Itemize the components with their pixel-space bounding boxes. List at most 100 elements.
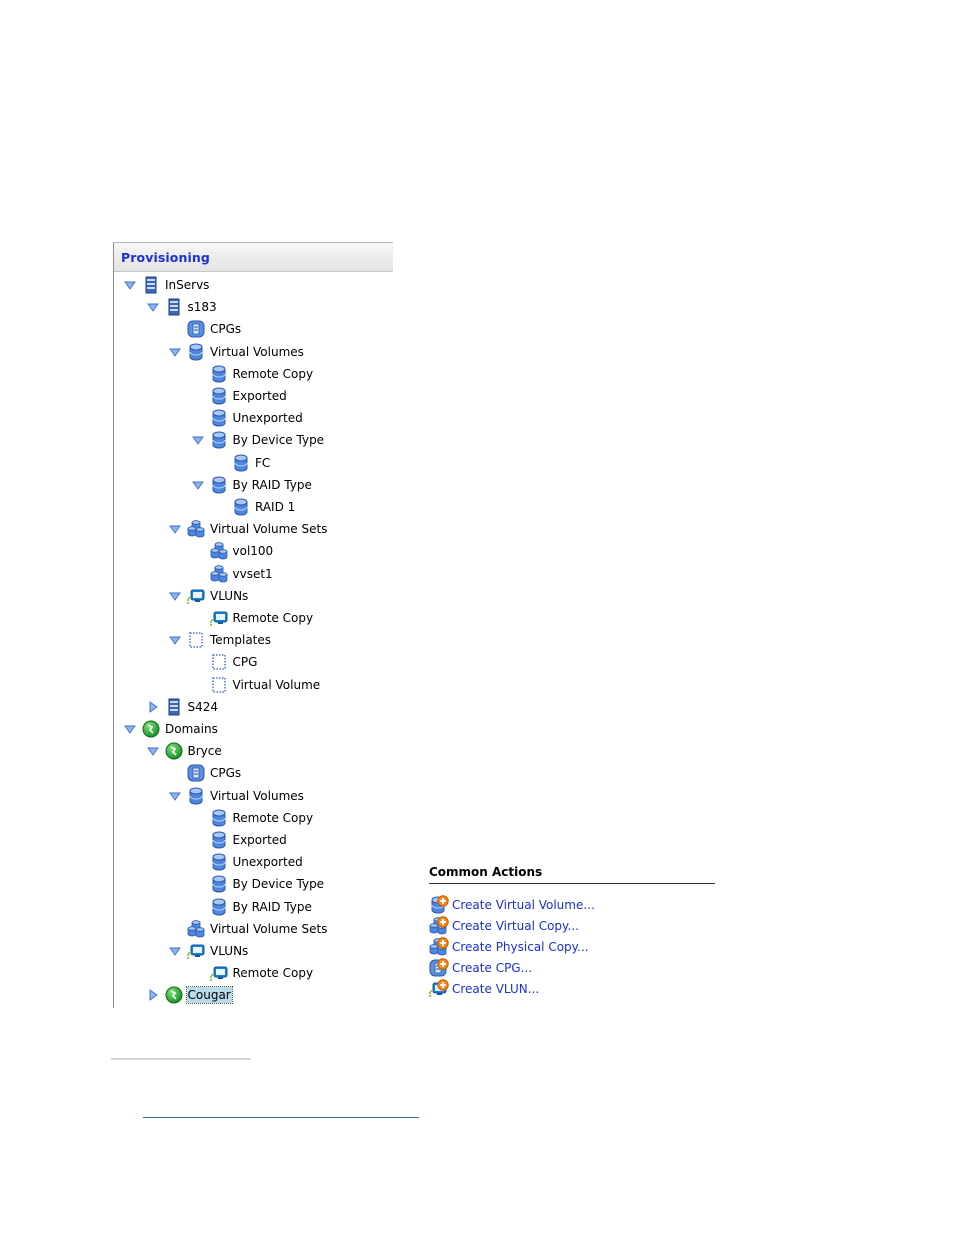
hyperlink-underline[interactable] — [143, 1117, 419, 1118]
tree-node-label[interactable]: Remote Copy — [232, 965, 315, 981]
tree-node-label[interactable]: Remote Copy — [232, 810, 315, 826]
common-action-link[interactable]: Create Virtual Volume... — [429, 894, 715, 915]
tree-node-label[interactable]: Unexported — [232, 854, 304, 870]
tree-node[interactable]: By Device Type — [192, 874, 326, 894]
tree-node[interactable]: Cougar — [147, 985, 233, 1005]
tree-node[interactable]: s183 — [146, 297, 218, 317]
tree-node-label[interactable]: InServs — [164, 277, 210, 293]
tree-node[interactable]: Exported — [192, 830, 288, 850]
tree-node-label[interactable]: Unexported — [232, 410, 304, 426]
expanded-arrow-icon[interactable] — [191, 434, 204, 446]
vlun-icon — [187, 942, 205, 960]
tree-node[interactable]: Remote Copy — [192, 808, 315, 828]
tree-node-label[interactable]: s183 — [187, 299, 218, 315]
tree-node[interactable]: Unexported — [192, 852, 304, 872]
expanded-arrow-icon[interactable] — [169, 790, 181, 802]
expanded-arrow-icon[interactable] — [191, 479, 204, 491]
tree-node[interactable]: Virtual Volume Sets — [169, 919, 328, 939]
common-action-link[interactable]: Create VLUN... — [429, 978, 715, 999]
tree-node-label[interactable]: Virtual Volume — [232, 677, 322, 693]
tree-node-label[interactable]: Domains — [164, 721, 219, 737]
tree-node[interactable]: Exported — [192, 386, 288, 406]
common-action-link[interactable]: Create CPG... — [429, 957, 715, 978]
tree-node-label[interactable]: VLUNs — [209, 588, 249, 604]
tree-node[interactable]: Domains — [124, 719, 219, 739]
tree-node-label[interactable]: vvset1 — [232, 566, 274, 582]
tree-node[interactable]: FC — [214, 453, 271, 473]
tree-node-label[interactable]: S424 — [187, 699, 220, 715]
expanded-arrow-icon[interactable] — [169, 634, 181, 646]
tree-node-label[interactable]: Bryce — [187, 743, 223, 759]
collapsed-arrow-icon[interactable] — [147, 989, 159, 1002]
tree-node-label[interactable]: By RAID Type — [232, 899, 313, 915]
expanded-arrow-icon[interactable] — [124, 723, 136, 735]
common-action-label[interactable]: Create Physical Copy... — [451, 939, 590, 955]
tree-node[interactable]: InServs — [124, 275, 210, 295]
tree-node-label[interactable]: vol100 — [232, 543, 275, 559]
tree-node[interactable]: S424 — [147, 697, 220, 717]
expanded-arrow-icon[interactable] — [146, 301, 159, 313]
create-virtual-volume-icon — [429, 894, 449, 914]
tree-node[interactable]: Remote Copy — [192, 963, 315, 983]
tree-node-label[interactable]: Virtual Volume Sets — [209, 521, 328, 537]
common-action-label[interactable]: Create CPG... — [451, 960, 533, 976]
common-action-label[interactable]: Create Virtual Volume... — [451, 897, 596, 913]
tree-node[interactable]: CPGs — [169, 319, 242, 339]
tree-node-label[interactable]: CPGs — [209, 321, 242, 337]
tree-node-label[interactable]: Exported — [232, 832, 288, 848]
tree-node[interactable]: Virtual Volumes — [169, 786, 305, 806]
expanded-arrow-icon[interactable] — [169, 346, 181, 358]
domain-globe-icon — [165, 742, 183, 760]
tree-node-label[interactable]: Exported — [232, 388, 288, 404]
tree-node-label[interactable]: FC — [254, 455, 271, 471]
tree-node[interactable]: RAID 1 — [214, 497, 296, 517]
expanded-arrow-icon[interactable] — [169, 523, 181, 535]
expanded-arrow-icon[interactable] — [146, 745, 159, 757]
tree-node[interactable]: vvset1 — [192, 564, 274, 584]
tree-node[interactable]: By RAID Type — [192, 897, 313, 917]
common-action-label[interactable]: Create VLUN... — [451, 981, 540, 997]
common-action-link[interactable]: Create Physical Copy... — [429, 936, 715, 957]
tree-node[interactable]: Unexported — [192, 408, 304, 428]
collapsed-arrow-icon[interactable] — [147, 700, 159, 713]
tree-node-label[interactable]: Cougar — [185, 986, 233, 1005]
common-action-label[interactable]: Create Virtual Copy... — [451, 918, 580, 934]
tree-node-label[interactable]: Virtual Volume Sets — [209, 921, 328, 937]
tree-node[interactable]: CPG — [192, 652, 259, 672]
tree-node-label[interactable]: VLUNs — [209, 943, 249, 959]
common-actions-panel: Common Actions Create Virtual Volume... C… — [429, 865, 715, 999]
tree-node-label[interactable]: By RAID Type — [232, 477, 313, 493]
tree-node[interactable]: Remote Copy — [192, 608, 315, 628]
tree-node[interactable]: Templates — [169, 630, 272, 650]
tree-node-label[interactable]: CPG — [232, 654, 259, 670]
tree-node-label[interactable]: Remote Copy — [232, 366, 315, 382]
tree-node[interactable]: Virtual Volume Sets — [169, 519, 328, 539]
expanded-arrow-icon[interactable] — [169, 945, 181, 957]
database-icon — [210, 853, 228, 871]
tree-node-label[interactable]: Virtual Volumes — [209, 344, 305, 360]
tree-node-label[interactable]: Templates — [209, 632, 272, 648]
tree-node[interactable]: Bryce — [146, 741, 223, 761]
tree-node-label[interactable]: RAID 1 — [254, 499, 296, 515]
tree-node[interactable]: Virtual Volumes — [169, 342, 305, 362]
tree-node[interactable]: vol100 — [192, 541, 275, 561]
tree-node-label[interactable]: By Device Type — [232, 876, 326, 892]
tree-node-label[interactable]: CPGs — [209, 765, 242, 781]
tree-node-label[interactable]: Remote Copy — [232, 610, 315, 626]
tree-node-label[interactable]: Virtual Volumes — [209, 788, 305, 804]
tree-node[interactable]: VLUNs — [169, 941, 249, 961]
tree-node-label[interactable]: By Device Type — [232, 432, 326, 448]
tree-node[interactable]: By RAID Type — [191, 475, 313, 495]
database-icon — [210, 409, 228, 427]
tree-node[interactable]: VLUNs — [169, 586, 249, 606]
common-action-link[interactable]: Create Virtual Copy... — [429, 915, 715, 936]
template-icon — [210, 653, 228, 671]
expanded-arrow-icon[interactable] — [124, 279, 136, 291]
tree-node[interactable]: By Device Type — [191, 430, 326, 450]
expanded-arrow-icon[interactable] — [169, 590, 181, 602]
tree-node[interactable]: CPGs — [169, 763, 242, 783]
tree-node[interactable]: Remote Copy — [192, 364, 315, 384]
tree-node[interactable]: Virtual Volume — [192, 675, 322, 695]
